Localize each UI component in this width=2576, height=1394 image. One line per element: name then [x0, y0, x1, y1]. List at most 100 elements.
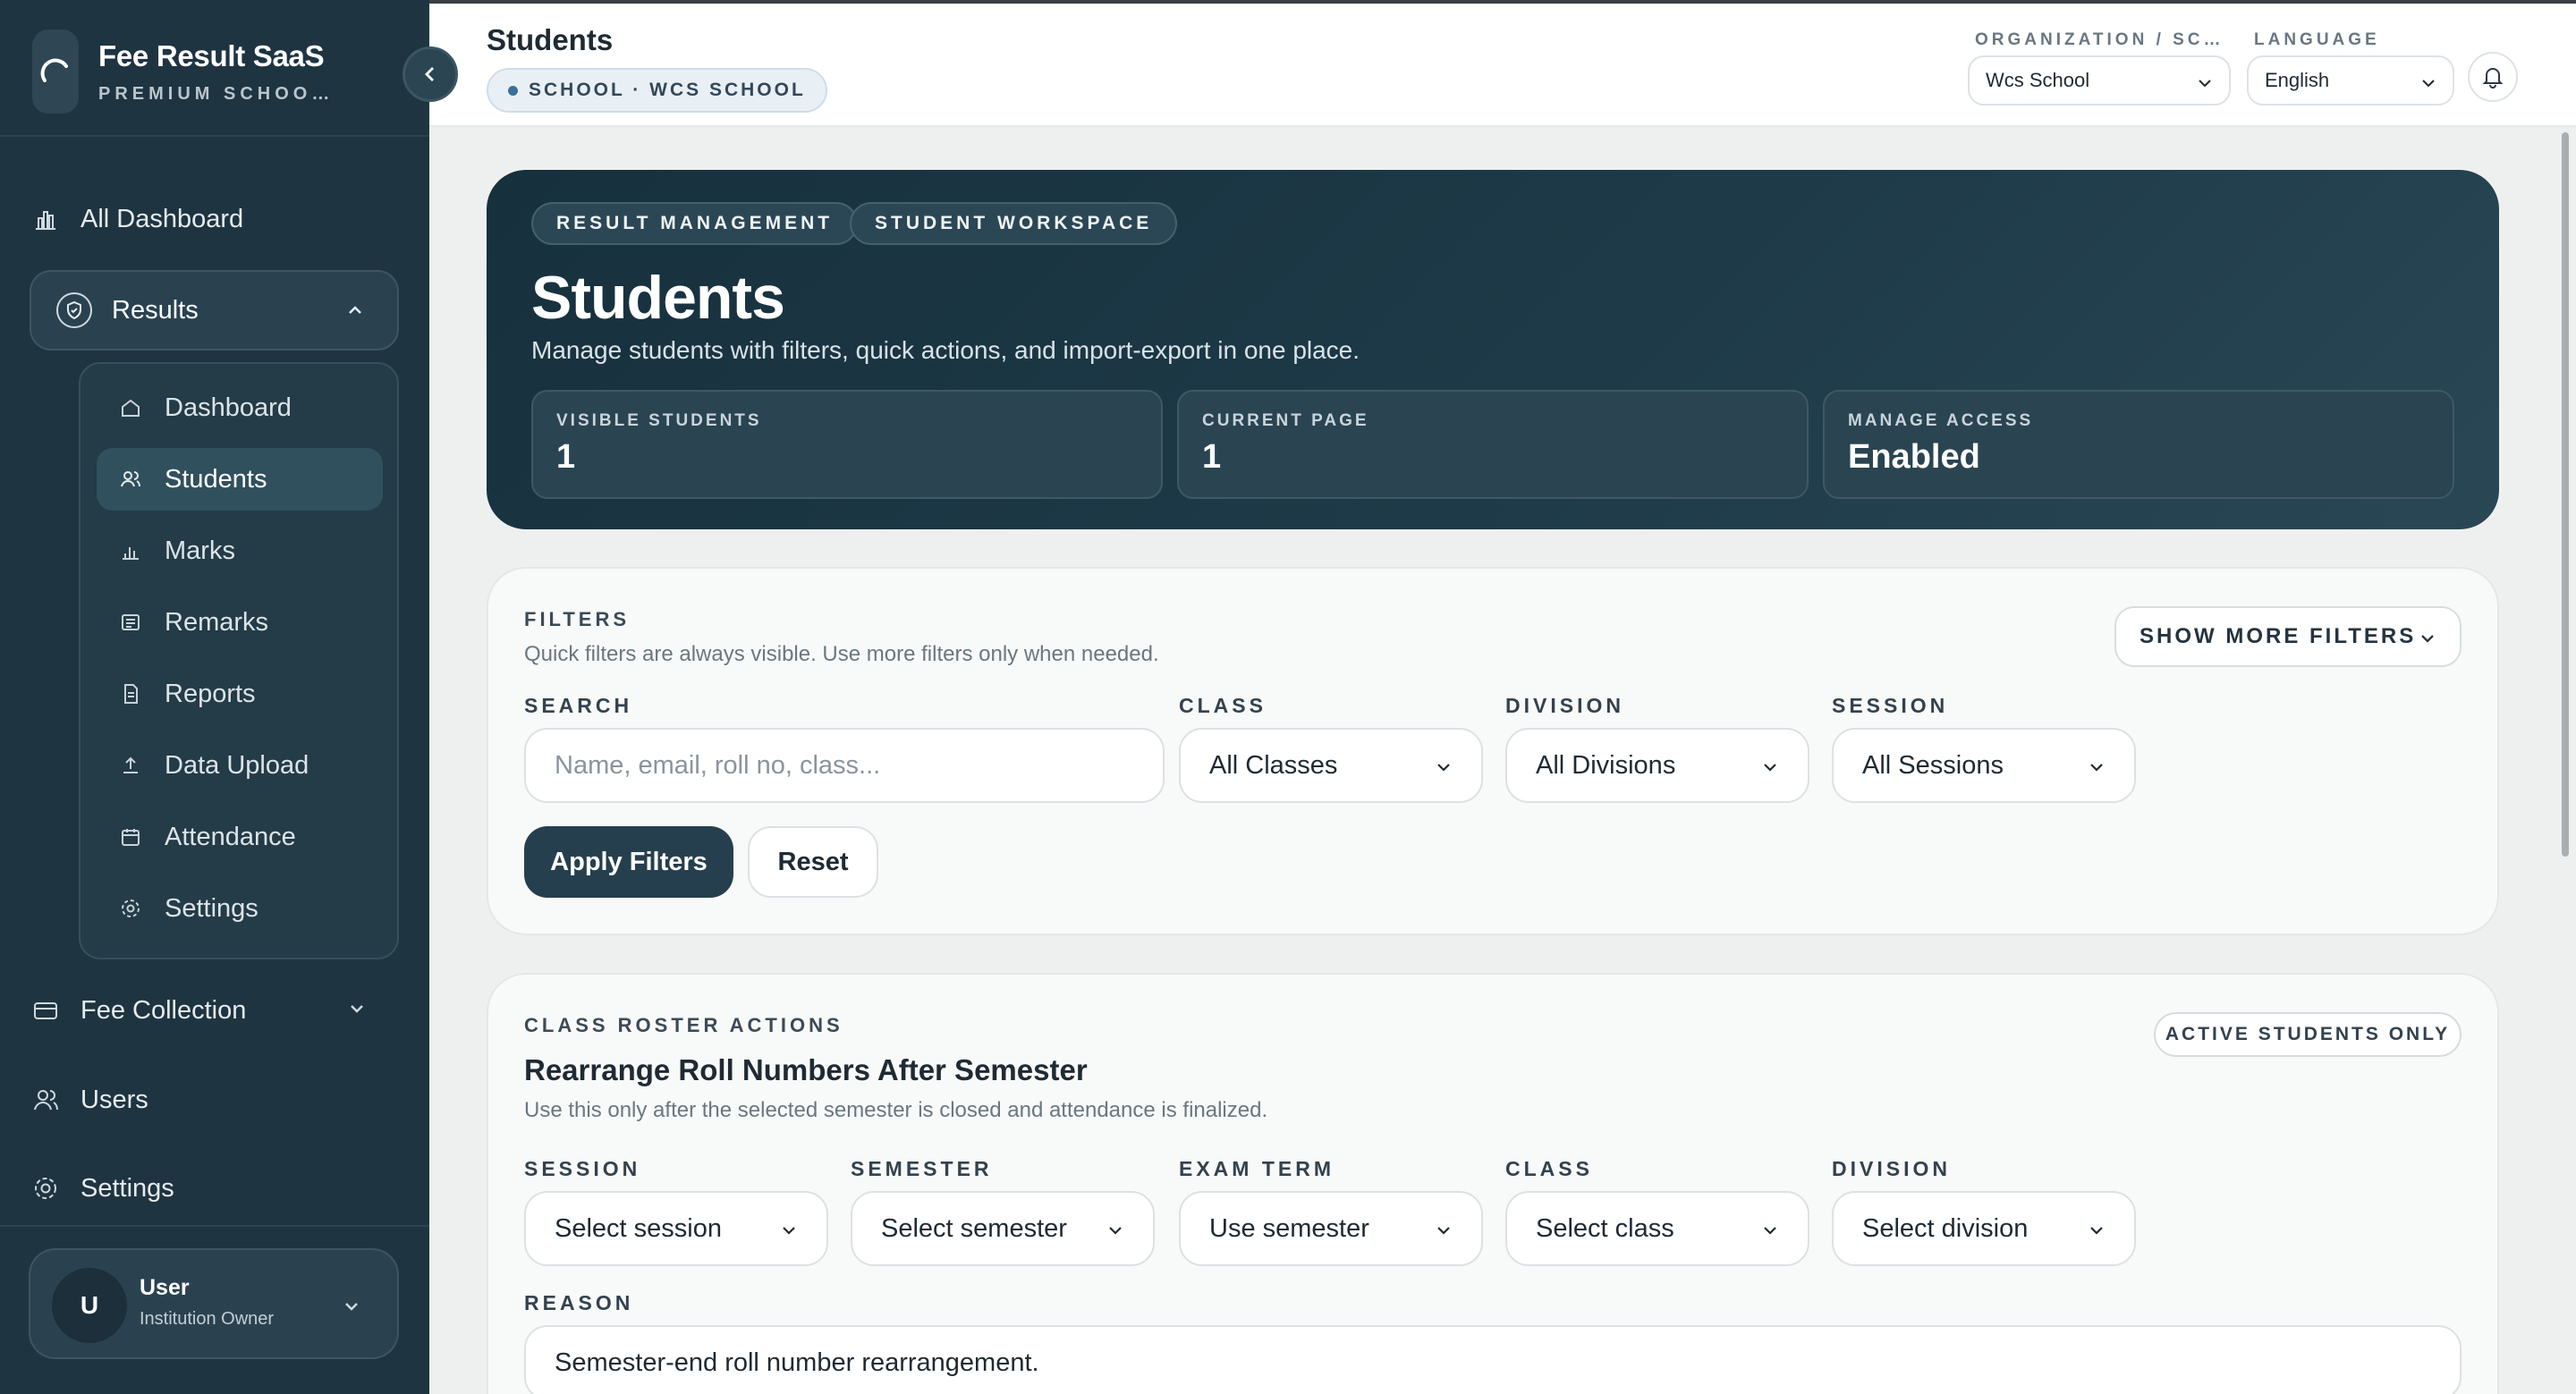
sidebar-item-label: Users: [80, 1085, 148, 1114]
chevron-down-icon: [2197, 75, 2213, 91]
users-icon: [120, 469, 141, 490]
chevron-down-icon: [780, 1221, 798, 1239]
sidebar-item-data-upload[interactable]: Data Upload: [97, 734, 383, 797]
sidebar-item-label: Results: [112, 295, 199, 325]
roster-exam-term-select[interactable]: Use semester: [1179, 1191, 1483, 1266]
organization-label: ORGANIZATION / SC…: [1975, 30, 2224, 49]
stat-current-page: CURRENT PAGE 1: [1177, 390, 1809, 499]
sidebar-item-label: Data Upload: [165, 750, 309, 780]
sidebar-item-label: Dashboard: [165, 393, 292, 422]
roster-class-select[interactable]: Select class: [1505, 1191, 1809, 1266]
chevron-down-icon: [1106, 1221, 1124, 1239]
sidebar-item-label: Attendance: [165, 822, 296, 851]
sidebar-item-label: Marks: [165, 536, 235, 565]
class-value: All Classes: [1209, 750, 1338, 780]
sidebar-item-results-settings[interactable]: Settings: [97, 877, 383, 940]
hero-description: Manage students with filters, quick acti…: [531, 336, 1360, 364]
sidebar-item-settings[interactable]: Settings: [32, 1159, 399, 1218]
gear-icon: [32, 1175, 59, 1202]
page-scrollbar[interactable]: [2562, 132, 2569, 857]
stat-label: VISIBLE STUDENTS: [556, 411, 762, 430]
stat-visible-students: VISIBLE STUDENTS 1: [531, 390, 1163, 499]
search-label: SEARCH: [524, 694, 633, 717]
home-icon: [120, 397, 141, 418]
filters-hint: Quick filters are always visible. Use mo…: [524, 642, 1159, 666]
school-chip: SCHOOL · WCS SCHOOL: [487, 68, 827, 113]
chevron-down-icon: [2088, 758, 2106, 776]
sidebar-item-students[interactable]: Students: [97, 448, 383, 511]
roster-class-value: Select class: [1536, 1213, 1674, 1243]
division-value: All Divisions: [1536, 750, 1676, 780]
sidebar-item-all-dashboard[interactable]: All Dashboard: [32, 190, 243, 249]
division-select[interactable]: All Divisions: [1505, 728, 1809, 803]
sidebar-item-reports[interactable]: Reports: [97, 663, 383, 725]
chevron-left-icon: [420, 64, 440, 84]
show-more-filters-button[interactable]: SHOW MORE FILTERS: [2114, 606, 2462, 667]
organization-select[interactable]: Wcs School: [1968, 55, 2231, 106]
sidebar-item-fee-collection[interactable]: Fee Collection: [32, 981, 399, 1040]
roster-session-select[interactable]: Select session: [524, 1191, 828, 1266]
brand-subtitle: PREMIUM SCHOO…: [98, 83, 335, 104]
chevron-down-icon: [342, 1297, 361, 1316]
reason-input[interactable]: Semester-end roll number rearrangement.: [524, 1325, 2462, 1394]
apply-filters-button[interactable]: Apply Filters: [524, 826, 733, 898]
user-name: User: [140, 1275, 190, 1300]
brand[interactable]: Fee Result SaaS PREMIUM SCHOO…: [32, 27, 408, 116]
sidebar-item-label: Settings: [80, 1173, 174, 1203]
results-submenu: Dashboard Students Marks Remarks Reports…: [79, 362, 399, 959]
user-role: Institution Owner: [140, 1309, 275, 1329]
roster-semester-select[interactable]: Select semester: [851, 1191, 1155, 1266]
division-label: DIVISION: [1505, 694, 1624, 717]
user-menu[interactable]: U User Institution Owner: [29, 1248, 399, 1359]
roster-division-select[interactable]: Select division: [1832, 1191, 2136, 1266]
collapse-sidebar-button[interactable]: [402, 46, 458, 102]
reset-button[interactable]: Reset: [748, 826, 878, 898]
topbar: Students SCHOOL · WCS SCHOOL ORGANIZATIO…: [429, 0, 2576, 127]
chevron-down-icon: [1435, 1221, 1453, 1239]
brand-title: Fee Result SaaS: [98, 38, 325, 72]
session-select[interactable]: All Sessions: [1832, 728, 2136, 803]
bell-icon: [2481, 65, 2504, 89]
sidebar-item-users[interactable]: Users: [32, 1070, 399, 1129]
sidebar-item-dashboard[interactable]: Dashboard: [97, 376, 383, 439]
hero-title: Students: [531, 264, 785, 332]
sidebar-divider: [0, 135, 429, 137]
class-label: CLASS: [1179, 694, 1267, 717]
sidebar-item-remarks[interactable]: Remarks: [97, 591, 383, 654]
language-select[interactable]: English: [2247, 55, 2454, 106]
class-select[interactable]: All Classes: [1179, 728, 1483, 803]
sidebar-item-label: All Dashboard: [80, 204, 244, 233]
session-value: All Sessions: [1862, 750, 2004, 780]
roster-division-value: Select division: [1862, 1213, 2029, 1243]
bar-chart-icon: [32, 206, 59, 232]
upload-icon: [120, 755, 141, 776]
search-input[interactable]: Name, email, roll no, class...: [524, 728, 1165, 803]
session-label: SESSION: [1832, 694, 1949, 717]
roster-session-label: SESSION: [524, 1157, 641, 1180]
report-icon: [120, 683, 141, 705]
sidebar-item-marks[interactable]: Marks: [97, 520, 383, 582]
roster-exam-term-label: EXAM TERM: [1179, 1157, 1335, 1180]
chevron-up-icon: [345, 300, 365, 320]
hero-banner: RESULT MANAGEMENT STUDENT WORKSPACE Stud…: [487, 170, 2499, 529]
sidebar-item-attendance[interactable]: Attendance: [97, 806, 383, 868]
filters-heading: FILTERS: [524, 608, 631, 630]
sidebar-item-label: Remarks: [165, 607, 269, 637]
sidebar-divider: [0, 1225, 429, 1227]
language-label: LANGUAGE: [2254, 30, 2380, 49]
notifications-button[interactable]: [2468, 52, 2518, 102]
status-badge: ACTIVE STUDENTS ONLY: [2154, 1012, 2462, 1057]
roster-class-label: CLASS: [1505, 1157, 1593, 1180]
roster-title: Rearrange Roll Numbers After Semester: [524, 1053, 1088, 1086]
roster-division-label: DIVISION: [1832, 1157, 1951, 1180]
brand-logo-icon: [32, 30, 79, 114]
sidebar-item-results[interactable]: Results: [30, 270, 399, 351]
roster-hint: Use this only after the selected semeste…: [524, 1098, 1268, 1122]
school-chip-label: SCHOOL · WCS SCHOOL: [529, 80, 806, 100]
sidebar: Fee Result SaaS PREMIUM SCHOO… All Dashb…: [0, 0, 429, 1394]
hero-tag-student-workspace: STUDENT WORKSPACE: [850, 202, 1178, 245]
stat-label: MANAGE ACCESS: [1848, 411, 2034, 430]
chevron-down-icon: [2419, 629, 2436, 647]
roster-session-value: Select session: [555, 1213, 722, 1243]
show-more-filters-label: SHOW MORE FILTERS: [2140, 624, 2417, 648]
